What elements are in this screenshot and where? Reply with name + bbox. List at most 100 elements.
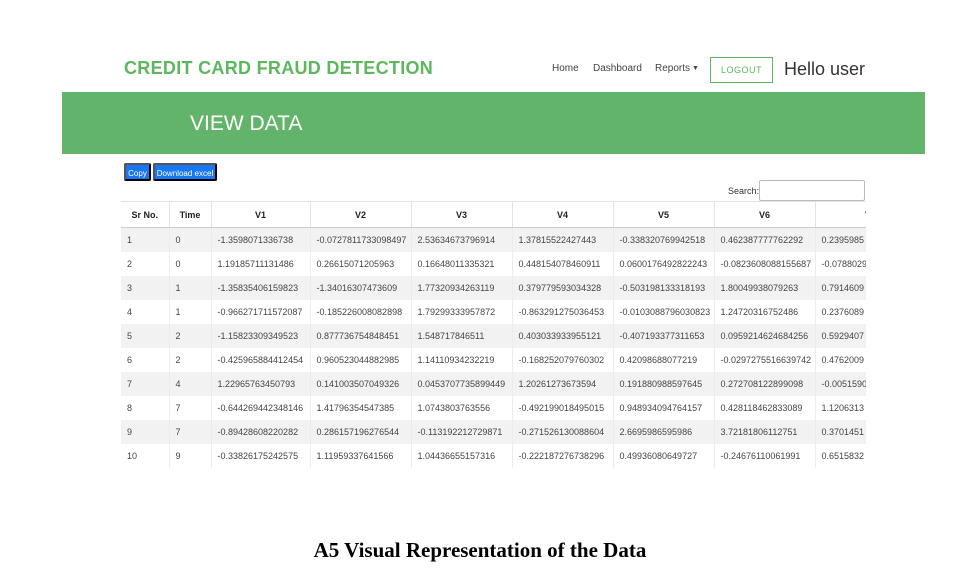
- table-cell: 1.19185711131486: [211, 251, 311, 276]
- column-header[interactable]: Time: [169, 201, 212, 228]
- nav-reports-label: Reports: [655, 63, 691, 74]
- table-cell: 0.462387777762292: [714, 227, 816, 252]
- table-cell: 1: [169, 275, 212, 300]
- table-cell: -0.168252079760302: [512, 347, 614, 372]
- table-row: 8 7 -0.644269442348146 1.41796354547385 1.07…: [121, 395, 866, 420]
- table-row: 4 1 -0.966271711572087 -0.185226008082898 1.…: [121, 299, 866, 324]
- table-cell: 1: [121, 227, 170, 252]
- table-cell: -0.644269442348146: [211, 395, 311, 420]
- table-cell: -0.0051590: [815, 371, 866, 396]
- table-cell: 1.22965763450793: [211, 371, 311, 396]
- nav-dashboard-link[interactable]: Dashboard: [593, 63, 642, 74]
- table-cell: 0.2376089: [815, 299, 866, 324]
- table-cell: 0.141003507049326: [310, 371, 412, 396]
- table-cell: 1.79299333957872: [411, 299, 513, 324]
- table-cell: 0.272708122899098: [714, 371, 816, 396]
- table-cell: 1.14110934232219: [411, 347, 513, 372]
- table-cell: 3: [121, 275, 170, 300]
- nav-home-link[interactable]: Home: [552, 63, 579, 74]
- table-cell: 0.191880988597645: [613, 371, 715, 396]
- table-row: 2 0 1.19185711131486 0.26615071205963 0.1664…: [121, 251, 866, 276]
- table-cell: -0.407193377311653: [613, 323, 715, 348]
- table-cell: -0.0788029: [815, 251, 866, 276]
- table-cell: -0.0823608088155687: [714, 251, 816, 276]
- table-cell: -0.185226008082898: [310, 299, 412, 324]
- table-cell: 7: [169, 395, 212, 420]
- table-cell: 1.548717846511: [411, 323, 513, 348]
- column-header[interactable]: V6: [714, 201, 816, 228]
- page-title: VIEW DATA: [190, 112, 303, 135]
- column-header[interactable]: V: [815, 201, 866, 228]
- table-cell: 10: [121, 443, 170, 468]
- table-cell: -0.966271711572087: [211, 299, 311, 324]
- table-cell: 0.7914609: [815, 275, 866, 300]
- data-table: Sr No.TimeV1V2V3V4V5V6V 10-1.35980713367…: [121, 201, 866, 468]
- table-cell: 0.286157196276544: [310, 419, 412, 444]
- table-cell: 0.960523044882985: [310, 347, 412, 372]
- table-cell: -1.3598071336738: [211, 227, 311, 252]
- table-row: 10 9 -0.33826175242575 1.11959337641566 1.04…: [121, 443, 866, 468]
- column-header[interactable]: V4: [512, 201, 614, 228]
- table-cell: 0: [169, 251, 212, 276]
- table-cell: 1.37815522427443: [512, 227, 614, 252]
- table-cell: 3.72181806112751: [714, 419, 816, 444]
- table-cell: -0.113192212729871: [411, 419, 513, 444]
- table-row: 9 7 -0.89428608220282 0.286157196276544 -0.1…: [121, 419, 866, 444]
- table-cell: 6: [121, 347, 170, 372]
- table-cell: 0.42098688077219: [613, 347, 715, 372]
- table-cell: 9: [169, 443, 212, 468]
- table-cell: 1.04436655157316: [411, 443, 513, 468]
- table-cell: 1.1206313: [815, 395, 866, 420]
- table-cell: 0.26615071205963: [310, 251, 412, 276]
- table-cell: 5: [121, 323, 170, 348]
- table-cell: 4: [169, 371, 212, 396]
- table-cell: -0.33826175242575: [211, 443, 311, 468]
- table-cell: -0.24676110061991: [714, 443, 816, 468]
- table-cell: 0: [169, 227, 212, 252]
- table-cell: 0.0959214624684256: [714, 323, 816, 348]
- table-cell: 0.403033933955121: [512, 323, 614, 348]
- table-cell: 1.24720316752486: [714, 299, 816, 324]
- table-cell: 7: [121, 371, 170, 396]
- table-cell: -0.863291275036453: [512, 299, 614, 324]
- table-header-row: Sr No.TimeV1V2V3V4V5V6V: [121, 201, 866, 228]
- table-cell: 0.877736754848451: [310, 323, 412, 348]
- download-excel-button[interactable]: Download excel: [153, 163, 217, 181]
- data-table-container: Sr No.TimeV1V2V3V4V5V6V 10-1.35980713367…: [121, 201, 866, 471]
- table-cell: -0.0103088796030823: [613, 299, 715, 324]
- table-cell: 0.448154078460911: [512, 251, 614, 276]
- column-header[interactable]: Sr No.: [121, 201, 170, 228]
- table-row: 6 2 -0.425965884412454 0.960523044882985 1.1…: [121, 347, 866, 372]
- table-cell: -1.35835406159823: [211, 275, 311, 300]
- logout-button[interactable]: LOGOUT: [710, 57, 773, 83]
- table-cell: 0.948934094764157: [613, 395, 715, 420]
- page-banner: VIEW DATA: [62, 92, 925, 154]
- search-input[interactable]: [759, 180, 865, 201]
- table-cell: -0.0297275516639742: [714, 347, 816, 372]
- brand-title[interactable]: CREDIT CARD FRAUD DETECTION: [124, 58, 433, 79]
- table-row: 7 4 1.22965763450793 0.141003507049326 0.045…: [121, 371, 866, 396]
- table-cell: -0.89428608220282: [211, 419, 311, 444]
- copy-button[interactable]: Copy: [124, 163, 151, 181]
- column-header[interactable]: V1: [211, 201, 311, 228]
- table-cell: 2: [169, 347, 212, 372]
- nav-reports-dropdown[interactable]: Reports ▼: [655, 63, 699, 74]
- table-cell: 2.53634673796914: [411, 227, 513, 252]
- column-header[interactable]: V3: [411, 201, 513, 228]
- table-row: 5 2 -1.15823309349523 0.877736754848451 1.54…: [121, 323, 866, 348]
- table-cell: 7: [169, 419, 212, 444]
- table-cell: 0.379779593034328: [512, 275, 614, 300]
- table-cell: -0.503198133318193: [613, 275, 715, 300]
- table-cell: 0.16648011335321: [411, 251, 513, 276]
- table-row: 1 0 -1.3598071336738 -0.0727811733098497 2.5…: [121, 227, 866, 252]
- table-cell: 1.41796354547385: [310, 395, 412, 420]
- table-cell: 1: [169, 299, 212, 324]
- table-cell: 0.0453707735899449: [411, 371, 513, 396]
- column-header[interactable]: V5: [613, 201, 715, 228]
- table-cell: -0.222187276738296: [512, 443, 614, 468]
- table-cell: 0.5929407: [815, 323, 866, 348]
- table-cell: 2: [169, 323, 212, 348]
- table-cell: -0.338320769942518: [613, 227, 715, 252]
- table-cell: 9: [121, 419, 170, 444]
- column-header[interactable]: V2: [310, 201, 412, 228]
